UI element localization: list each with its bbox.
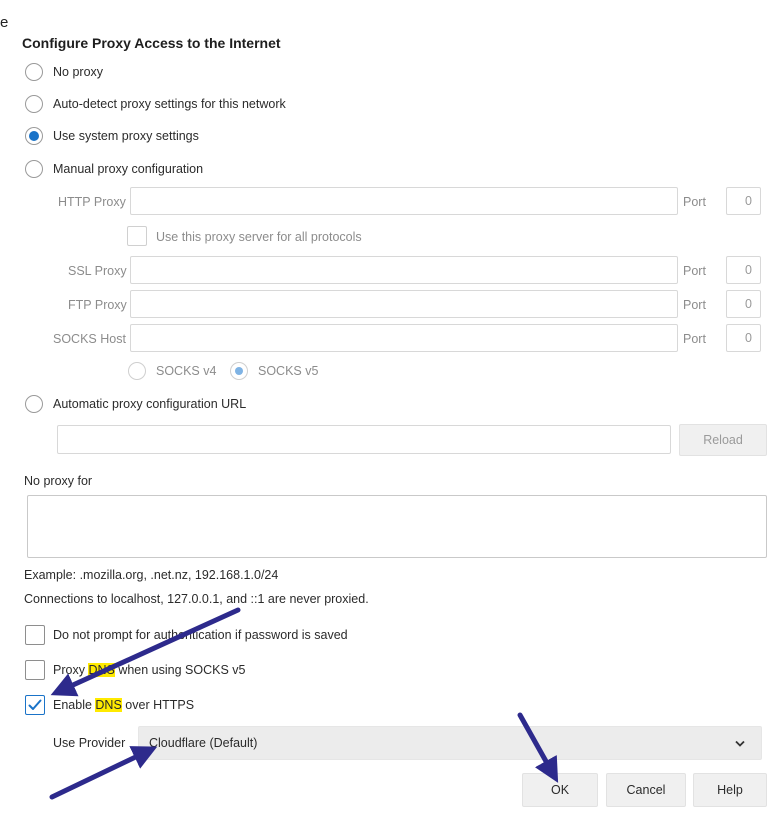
use-system-proxy-radio[interactable] (25, 127, 43, 145)
dns-highlight: DNS (95, 698, 122, 712)
auto-config-url-label: Automatic proxy configuration URL (53, 397, 247, 411)
help-button[interactable]: Help (693, 773, 767, 807)
socks-port-input[interactable]: 0 (726, 324, 761, 352)
no-prompt-auth-checkbox[interactable] (25, 625, 45, 645)
dialog-title: Configure Proxy Access to the Internet (22, 35, 281, 51)
socks-port-label: Port (683, 332, 706, 346)
example-hint: Example: .mozilla.org, .net.nz, 192.168.… (24, 568, 279, 582)
no-prompt-auth-label: Do not prompt for authentication if pass… (53, 628, 348, 642)
auto-config-url-radio[interactable] (25, 395, 43, 413)
enable-doh-checkbox[interactable] (25, 695, 45, 715)
use-all-protocols-label: Use this proxy server for all protocols (156, 230, 362, 244)
cancel-button[interactable]: Cancel (606, 773, 686, 807)
checkmark-icon (28, 699, 42, 710)
socks-v4-label: SOCKS v4 (156, 364, 217, 378)
no-proxy-for-textarea[interactable] (27, 495, 767, 558)
auto-config-url-input[interactable] (57, 425, 671, 454)
use-system-proxy-label: Use system proxy settings (53, 129, 199, 143)
no-proxy-label: No proxy (53, 65, 104, 79)
use-provider-label: Use Provider (53, 736, 126, 750)
http-port-input[interactable]: 0 (726, 187, 761, 215)
localhost-note: Connections to localhost, 127.0.0.1, and… (24, 592, 369, 606)
use-all-protocols-checkbox[interactable] (127, 226, 147, 246)
manual-proxy-label: Manual proxy configuration (53, 162, 204, 176)
proxy-dns-socks5-label: Proxy DNS when using SOCKS v5 (53, 663, 246, 677)
dns-highlight: DNS (88, 663, 115, 677)
ftp-port-input[interactable]: 0 (726, 290, 761, 318)
proxy-dns-socks5-checkbox[interactable] (25, 660, 45, 680)
ssl-proxy-input[interactable] (130, 256, 678, 284)
provider-value: Cloudflare (Default) (149, 736, 258, 750)
http-proxy-label: HTTP Proxy (58, 195, 126, 209)
socks-host-input[interactable] (130, 324, 678, 352)
enable-doh-label: Enable DNS over HTTPS (53, 698, 195, 712)
auto-detect-label: Auto-detect proxy settings for this netw… (53, 97, 286, 111)
manual-proxy-radio[interactable] (25, 160, 43, 178)
http-proxy-input[interactable] (130, 187, 678, 215)
ssl-port-label: Port (683, 264, 706, 278)
ssl-proxy-label: SSL Proxy (68, 264, 127, 278)
provider-select[interactable]: Cloudflare (Default) (138, 726, 762, 760)
socks-v5-label: SOCKS v5 (258, 364, 319, 378)
socks-v5-radio[interactable] (230, 362, 248, 380)
no-proxy-radio[interactable] (25, 63, 43, 81)
socks-v4-radio[interactable] (128, 362, 146, 380)
ftp-proxy-label: FTP Proxy (68, 298, 127, 312)
ssl-port-input[interactable]: 0 (726, 256, 761, 284)
ftp-port-label: Port (683, 298, 706, 312)
socks-host-label: SOCKS Host (53, 332, 126, 346)
reload-button[interactable]: Reload (679, 424, 767, 456)
ok-button[interactable]: OK (522, 773, 598, 807)
auto-detect-radio[interactable] (25, 95, 43, 113)
http-port-label: Port (683, 195, 706, 209)
edge-text-fragment: e (0, 14, 9, 31)
ftp-proxy-input[interactable] (130, 290, 678, 318)
chevron-down-icon (735, 740, 745, 747)
no-proxy-for-label: No proxy for (24, 474, 93, 488)
